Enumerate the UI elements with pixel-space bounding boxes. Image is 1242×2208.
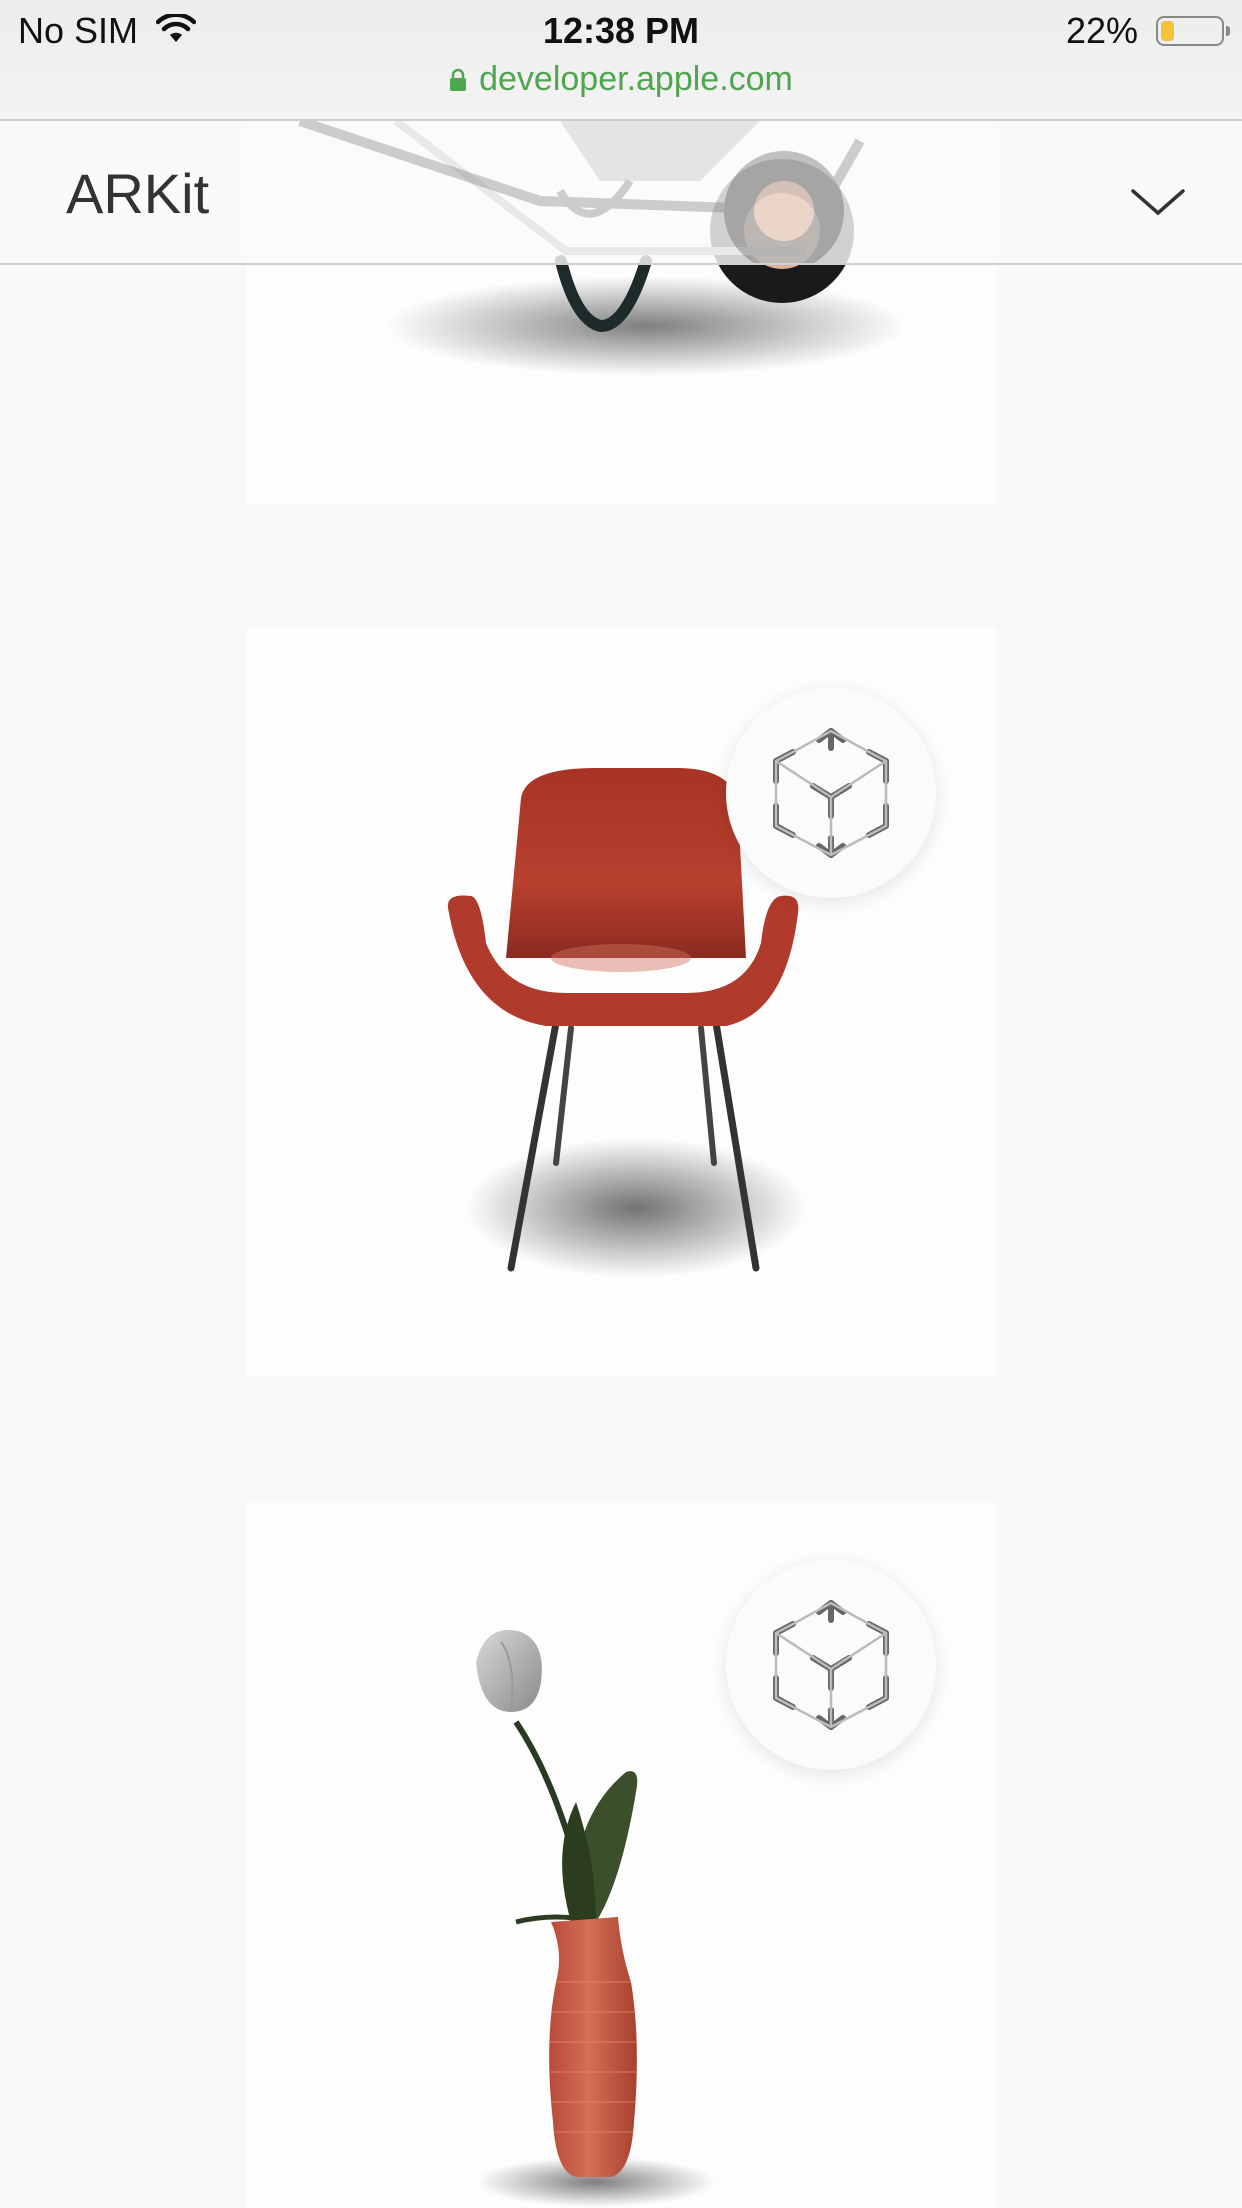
battery-percent: 22% [1065,10,1138,51]
status-bar: No SIM 12:38 PM 22% developer.apple.com [0,0,1242,121]
ar-cube-icon [773,1600,889,1730]
lock-icon [449,62,467,101]
url-text: developer.apple.com [479,60,793,98]
tulip-vase-image [476,1630,716,2207]
nav-bar: ARKit [0,121,1242,265]
ar-cube-icon [773,728,889,858]
clock: 12:38 PM [542,10,700,51]
model-card-tulip[interactable] [246,1502,996,2208]
chevron-down-icon[interactable] [1130,187,1186,222]
battery-icon [1156,16,1230,46]
model-card-chair[interactable] [246,628,996,1376]
page-title[interactable]: ARKit [66,161,209,226]
address-bar[interactable]: developer.apple.com [0,60,1242,101]
ar-quick-look-button[interactable] [726,688,936,898]
battery-level [1161,21,1174,41]
ar-quick-look-button[interactable] [726,1560,936,1770]
